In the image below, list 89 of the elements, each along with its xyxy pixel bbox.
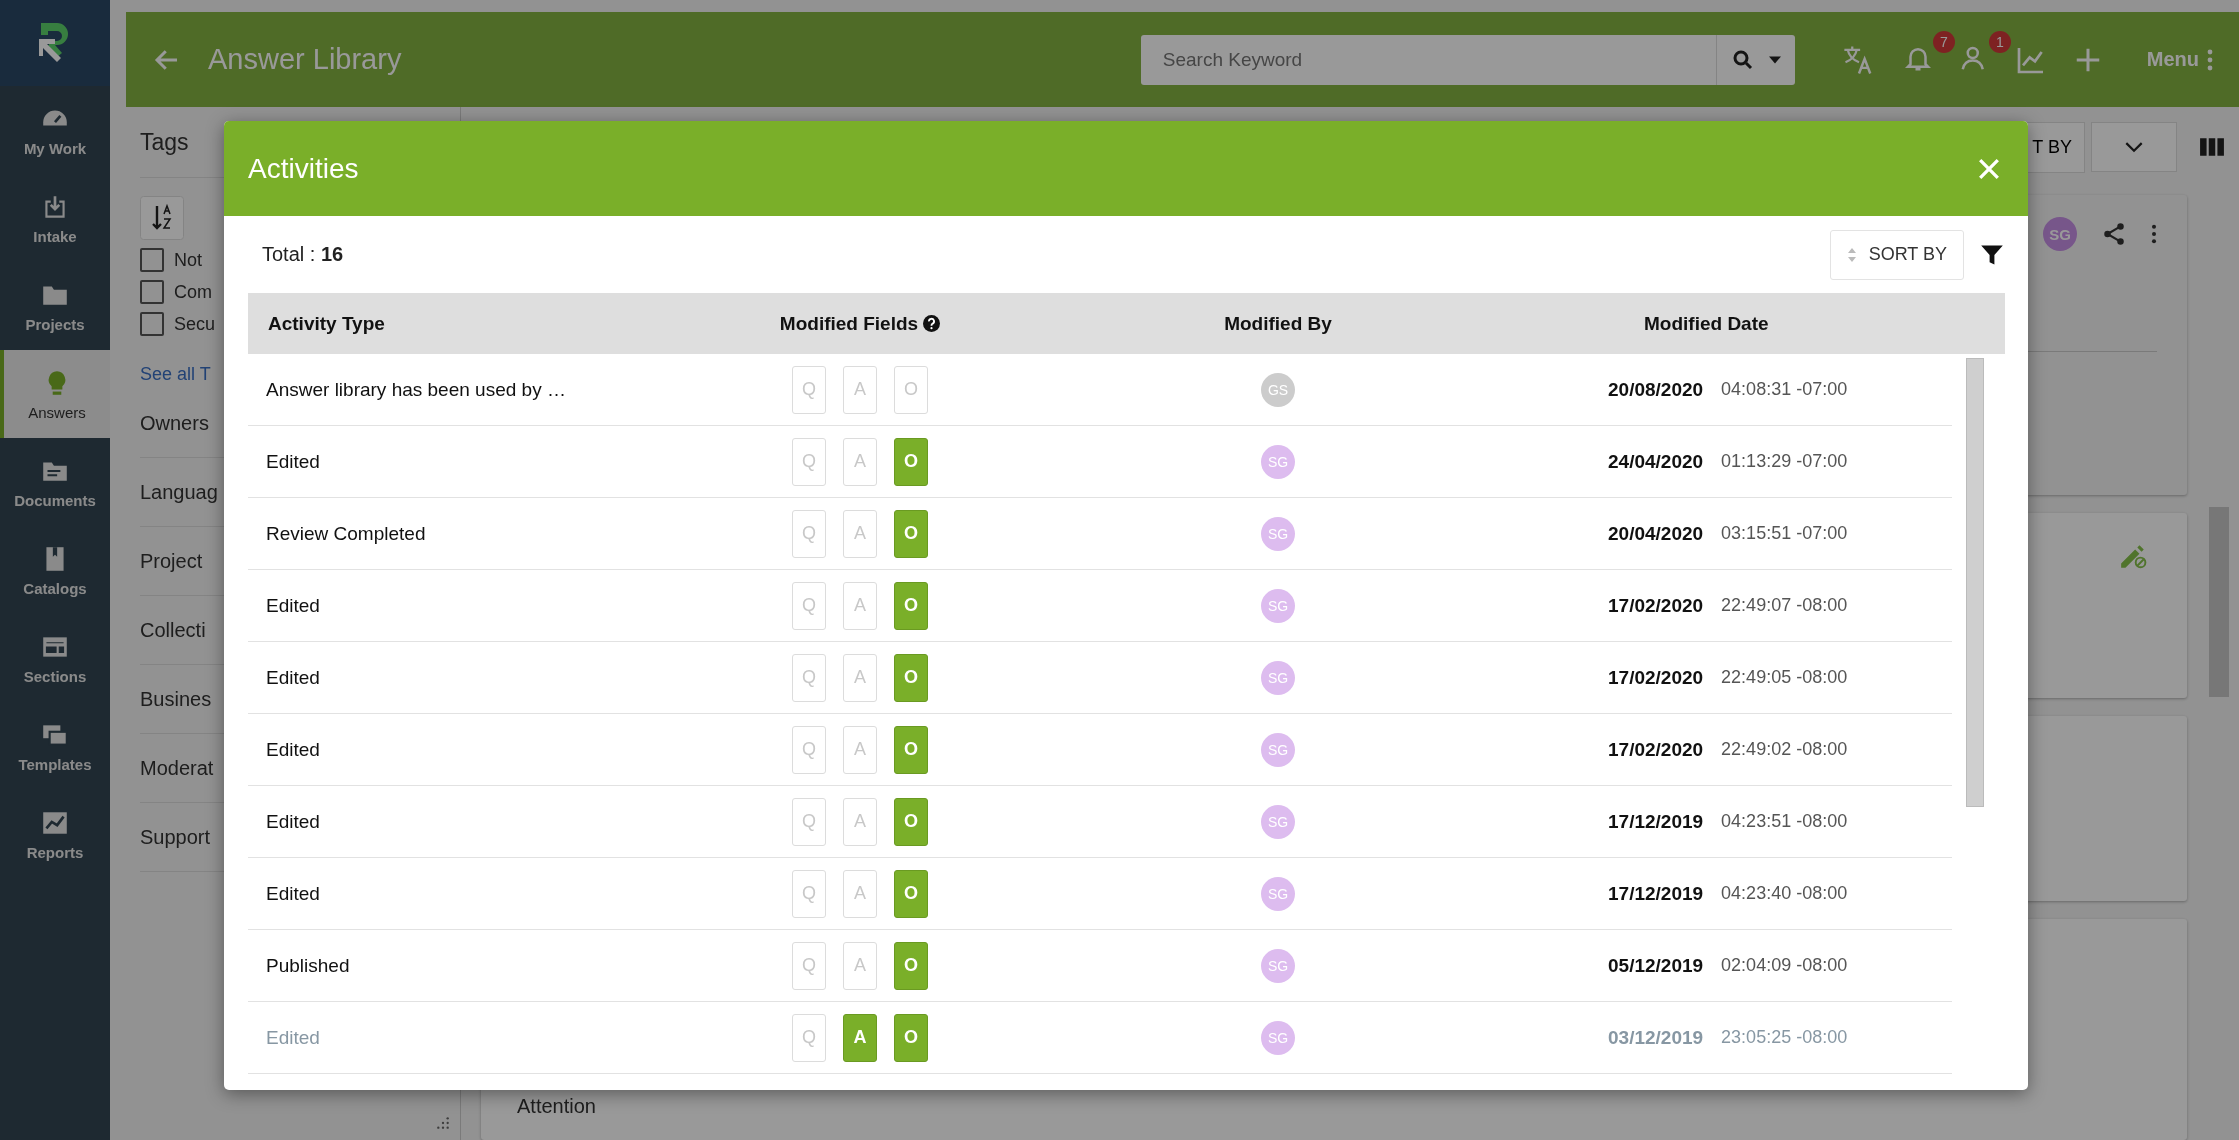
date-text: 17/12/2019 [1608,882,1704,905]
scrollbar[interactable] [2209,507,2229,697]
user-avatar: SG [1261,660,1295,695]
table-cell-text: Edited [265,450,321,473]
time-text: 04:23:51 -08:00 [1721,811,1848,832]
checkbox[interactable] [140,280,164,304]
user-avatar: SG [1261,876,1295,911]
nav-item[interactable]: Reports [0,790,110,878]
user-avatar: SG [1261,1020,1295,1055]
nav-item[interactable]: Intake [0,174,110,262]
table-cell-text: Edited [265,738,321,761]
field-marker: O [894,725,928,774]
help-icon[interactable] [923,315,941,332]
user-avatar: SG [2043,217,2077,251]
table-cell-text: Review Completed [265,522,427,545]
field-marker: O [894,509,928,558]
nav-item[interactable]: Answers [0,350,110,438]
date-text: 24/04/2020 [1608,450,1704,473]
notification-badge: 7 [1932,30,1955,53]
date-text: 17/02/2020 [1608,594,1704,617]
more-icon[interactable] [2151,223,2157,245]
table-cell-text: Answer library has been used by … [265,378,567,401]
date-text: 05/12/2019 [1608,954,1704,977]
nav-item[interactable]: Documents [0,438,110,526]
share-icon[interactable] [2101,221,2127,247]
sort-az-icon[interactable] [140,196,184,240]
time-text: 22:49:05 -08:00 [1721,667,1848,688]
request-badge: 1 [1988,30,2011,53]
checkbox[interactable] [140,312,164,336]
sort-button[interactable]: SORT BY [1829,229,1964,280]
time-text: 04:23:40 -08:00 [1721,883,1848,904]
nav-item[interactable]: Sections [0,614,110,702]
search-field[interactable]: Search Keyword [1140,34,1795,85]
date-text: 17/12/2019 [1608,810,1704,833]
caret-icon[interactable] [1768,55,1781,64]
time-text: 23:05:25 -08:00 [1721,1027,1848,1048]
user-avatar: SG [1261,516,1295,551]
field-marker: A [843,1013,877,1062]
user-avatar: SG [1261,804,1295,839]
columns-icon[interactable] [2199,136,2225,158]
column-header: Modified Fields [680,312,1040,335]
date-text: 20/04/2020 [1608,522,1704,545]
date-text: 17/02/2020 [1608,738,1704,761]
time-text: 02:04:09 -08:00 [1721,955,1848,976]
table-cell-text: Published [265,954,351,977]
column-header: Modified By [1223,312,1333,335]
time-text: 22:49:07 -08:00 [1721,595,1848,616]
user-avatar: SG [1261,444,1295,479]
chevron-icon [2125,141,2143,153]
date-text: 17/02/2020 [1608,666,1704,689]
tag-label: Com [174,281,212,303]
user-avatar: SG [1261,732,1295,767]
table-cell-text: Edited [265,882,321,905]
resize-grip-icon[interactable] [436,1116,450,1130]
column-header: Activity Type [267,312,386,335]
page-title: Answer Library [208,43,403,76]
table-cell-text: Edited [265,810,321,833]
field-marker: O [894,653,928,702]
field-marker: O [894,581,928,630]
close-icon[interactable] [1978,157,2000,180]
field-marker: O [894,437,928,486]
nav-item[interactable]: Projects [0,262,110,350]
table-cell-text: Edited [265,1026,321,1049]
time-text: 04:08:31 -07:00 [1721,379,1848,400]
scrollbar[interactable] [1966,358,1984,807]
total-count: Total : 16 [262,243,345,266]
field-marker: O [894,941,928,990]
tag-label: Secu [174,313,216,335]
filter-icon[interactable] [1980,242,2004,267]
date-text: 03/12/2019 [1608,1026,1704,1049]
time-text: 03:15:51 -07:00 [1721,523,1848,544]
user-avatar: SG [1261,588,1295,623]
card-text: Attention [517,1095,596,1118]
field-marker: O [894,797,928,846]
date-text: 20/08/2020 [1608,378,1704,401]
nav-item[interactable]: Catalogs [0,526,110,614]
column-header: Modified Date [1643,312,1770,335]
table-cell-text: Edited [265,666,321,689]
user-avatar: SG [1261,948,1295,983]
nav-item[interactable]: My Work [0,86,110,174]
time-text: 01:13:29 -07:00 [1721,451,1848,472]
time-text: 22:49:02 -08:00 [1721,739,1848,760]
field-marker: O [894,869,928,918]
checkbox[interactable] [140,248,164,272]
sort-icon [1846,246,1857,263]
table-cell-text: Edited [265,594,321,617]
tag-label: Not [174,249,202,271]
nav-item[interactable]: Templates [0,702,110,790]
field-marker: O [894,1013,928,1062]
